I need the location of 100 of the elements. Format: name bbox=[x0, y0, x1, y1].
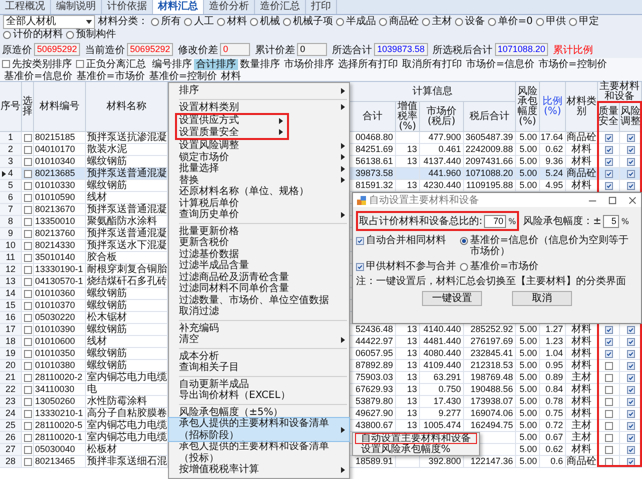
table-checkbox[interactable] bbox=[626, 458, 634, 466]
price-field[interactable]: 50695292 bbox=[34, 43, 80, 56]
category-radio[interactable]: 计价的材料 bbox=[3, 29, 63, 41]
table-checkbox[interactable] bbox=[626, 146, 634, 154]
table-checkbox[interactable] bbox=[626, 374, 634, 382]
row-checkbox[interactable] bbox=[24, 158, 32, 166]
menu-item[interactable]: 设置材料类别 bbox=[169, 102, 349, 113]
row-checkbox[interactable] bbox=[24, 386, 32, 394]
category-radio[interactable]: 主材 bbox=[422, 16, 452, 28]
row-checkbox[interactable] bbox=[24, 134, 32, 142]
tab[interactable]: 工程概况 bbox=[0, 0, 51, 14]
row-checkbox[interactable] bbox=[24, 230, 32, 238]
table-checkbox[interactable] bbox=[604, 386, 612, 394]
toolbar-button[interactable]: 市场价=信息价 bbox=[464, 58, 536, 70]
row-checkbox[interactable] bbox=[24, 458, 32, 466]
menu-item[interactable]: 锁定市场价 bbox=[169, 152, 349, 163]
table-checkbox[interactable] bbox=[604, 170, 612, 178]
toolbar-button[interactable]: 市场价=控制价 bbox=[536, 58, 609, 70]
table-checkbox[interactable] bbox=[626, 326, 634, 334]
category-radio[interactable]: 单价=0 bbox=[488, 16, 533, 28]
table-checkbox[interactable] bbox=[604, 446, 612, 454]
menu-item[interactable]: 批量更新价格 bbox=[169, 226, 349, 237]
toolbar-button[interactable]: 市场价排序 bbox=[282, 58, 336, 70]
row-checkbox[interactable] bbox=[24, 218, 32, 226]
menu-item[interactable]: 补充编码 bbox=[169, 322, 349, 334]
category-radio[interactable]: 所有 bbox=[151, 16, 181, 28]
row-checkbox[interactable] bbox=[24, 182, 32, 190]
menu-item[interactable]: 还原材料名称（单位、规格） bbox=[169, 186, 349, 198]
row-checkbox[interactable] bbox=[24, 266, 32, 274]
table-checkbox[interactable] bbox=[626, 338, 634, 346]
menu-item[interactable]: 自动更新半成品 bbox=[169, 378, 349, 390]
menu-item[interactable]: 批量选择 bbox=[169, 163, 349, 174]
table-checkbox[interactable] bbox=[626, 182, 634, 190]
menu-item[interactable]: 导出询价材料（EXCEL） bbox=[169, 390, 349, 402]
menu-item[interactable]: 风险承包幅度（±5%） bbox=[169, 406, 349, 418]
row-checkbox[interactable] bbox=[24, 302, 32, 310]
table-checkbox[interactable] bbox=[604, 458, 612, 466]
row-checkbox[interactable] bbox=[24, 410, 32, 418]
table-checkbox[interactable] bbox=[604, 422, 612, 430]
menu-item[interactable]: 过滤数量、市场价、单位空值数据 bbox=[169, 294, 349, 306]
toolbar-button[interactable]: 基准价=控制价 bbox=[146, 71, 220, 82]
option-checkbox[interactable]: 自动合并相同材料 bbox=[356, 235, 456, 257]
table-checkbox[interactable] bbox=[604, 410, 612, 418]
menu-item[interactable]: 排序 bbox=[169, 85, 349, 96]
table-checkbox[interactable] bbox=[626, 386, 634, 394]
toolbar-button[interactable]: 数量排序 bbox=[238, 58, 282, 70]
close-icon[interactable] bbox=[628, 196, 637, 204]
option-checkbox[interactable]: 先按类别排序 bbox=[2, 57, 72, 71]
table-checkbox[interactable] bbox=[604, 326, 612, 334]
row-checkbox[interactable] bbox=[24, 170, 32, 178]
row-checkbox[interactable] bbox=[24, 290, 32, 298]
menu-item[interactable]: 计算税后单价 bbox=[169, 198, 349, 209]
table-checkbox[interactable] bbox=[626, 398, 634, 406]
category-radio[interactable]: 半成品 bbox=[336, 16, 376, 28]
table-checkbox[interactable] bbox=[604, 158, 612, 166]
dialog-button[interactable]: 取消 bbox=[512, 291, 572, 306]
toolbar-button[interactable]: 合计排序 bbox=[194, 58, 238, 70]
table-checkbox[interactable] bbox=[626, 170, 634, 178]
toolbar-button[interactable]: 取消所有打印 bbox=[400, 58, 464, 70]
table-checkbox[interactable] bbox=[604, 398, 612, 406]
row-checkbox[interactable] bbox=[24, 314, 32, 322]
menu-item[interactable]: 过滤基价数据 bbox=[169, 248, 349, 260]
menu-item[interactable]: 设置供应方式 bbox=[177, 115, 287, 126]
row-checkbox[interactable] bbox=[24, 278, 32, 286]
category-radio[interactable]: 设备 bbox=[455, 16, 485, 28]
category-radio[interactable]: 甲定 bbox=[568, 16, 599, 28]
row-checkbox[interactable] bbox=[24, 374, 32, 382]
price-field[interactable]: 1071088.20 bbox=[494, 43, 548, 56]
category-radio[interactable]: 甲供 bbox=[536, 16, 566, 28]
table-checkbox[interactable] bbox=[626, 350, 634, 358]
table-checkbox[interactable] bbox=[604, 182, 612, 190]
toolbar-button[interactable]: 材料 bbox=[219, 71, 244, 82]
table-checkbox[interactable] bbox=[626, 434, 634, 442]
row-checkbox[interactable] bbox=[24, 446, 32, 454]
table-checkbox[interactable] bbox=[626, 422, 634, 430]
row-checkbox[interactable] bbox=[24, 362, 32, 370]
menu-item[interactable]: 取消过滤 bbox=[169, 306, 349, 318]
tab[interactable]: 打印 bbox=[306, 0, 337, 14]
menu-item[interactable]: 设置质量安全 bbox=[177, 126, 287, 138]
row-checkbox[interactable] bbox=[24, 194, 32, 202]
menu-item[interactable]: 清空 bbox=[169, 334, 349, 346]
table-checkbox[interactable] bbox=[626, 134, 634, 142]
menu-item[interactable]: 查询历史单价 bbox=[169, 209, 349, 220]
row-checkbox[interactable] bbox=[24, 422, 32, 430]
option-checkbox[interactable]: 正负分离汇总 bbox=[76, 57, 146, 71]
menu-item[interactable]: 按增值税税率计算 bbox=[169, 464, 349, 476]
table-checkbox[interactable] bbox=[604, 362, 612, 370]
table-checkbox[interactable] bbox=[604, 434, 612, 442]
table-checkbox[interactable] bbox=[604, 134, 612, 142]
menu-item[interactable]: 成本分析 bbox=[169, 350, 349, 362]
row-checkbox[interactable] bbox=[24, 434, 32, 442]
row-checkbox[interactable] bbox=[24, 254, 32, 262]
menu-item[interactable]: 过滤半成品含量 bbox=[169, 260, 349, 272]
tab[interactable]: 材料汇总 bbox=[153, 0, 204, 14]
menu-item[interactable]: 过滤同材料不同单价含量 bbox=[169, 283, 349, 294]
category-radio[interactable]: 机械 bbox=[250, 16, 280, 28]
table-checkbox[interactable] bbox=[626, 446, 634, 454]
row-checkbox[interactable] bbox=[24, 338, 32, 346]
menu-item[interactable]: 更新含税价 bbox=[169, 237, 349, 248]
toolbar-button[interactable]: 选择所有打印 bbox=[336, 58, 400, 70]
